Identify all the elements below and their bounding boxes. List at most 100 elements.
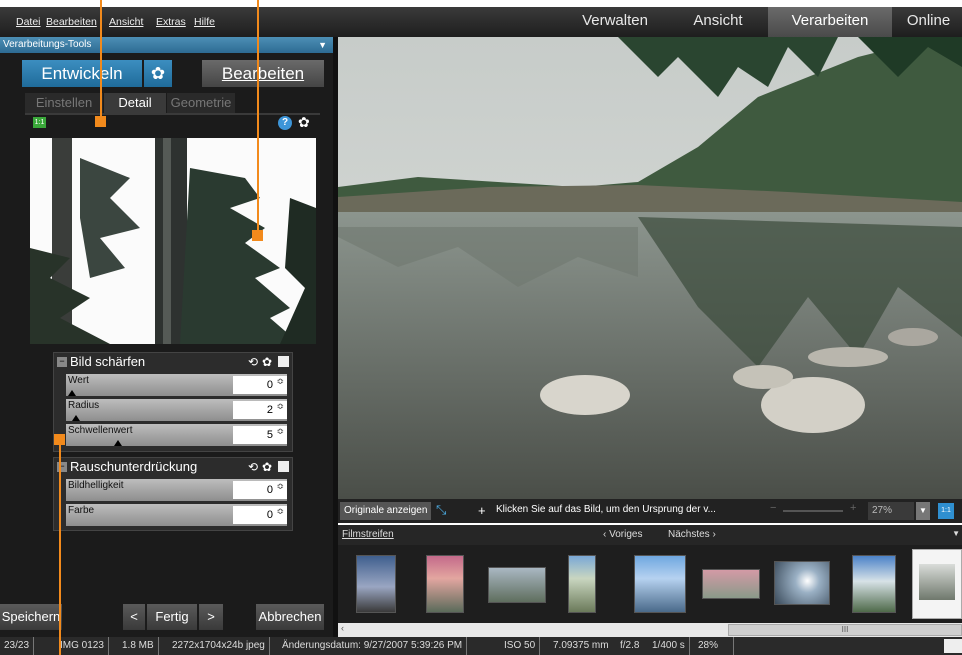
enable-checkbox[interactable] bbox=[278, 356, 289, 367]
menu-bearbeiten[interactable]: Bearbeiten bbox=[46, 16, 97, 28]
status-zoom: 28% bbox=[694, 637, 734, 655]
gear-icon[interactable]: ✿ bbox=[262, 458, 272, 476]
menu-extras[interactable]: Extras bbox=[156, 16, 186, 28]
tab-detail[interactable]: Detail bbox=[104, 93, 166, 113]
cancel-button[interactable]: Abbrechen bbox=[256, 604, 324, 630]
done-button[interactable]: Fertig bbox=[147, 604, 197, 630]
help-icon[interactable]: ? bbox=[278, 116, 292, 130]
noise-panel: − Rauschunterdrückung ⟲ ✿ Bildhelligkeit… bbox=[53, 457, 293, 531]
tab-einstellen[interactable]: Einstellen bbox=[25, 93, 103, 113]
scroll-left-icon[interactable]: ‹ bbox=[341, 623, 344, 633]
spinner-icon[interactable]: ≎ bbox=[276, 401, 284, 412]
gear-icon[interactable]: ✿ bbox=[262, 353, 272, 371]
thumbnail[interactable] bbox=[426, 555, 464, 613]
collapse-icon[interactable]: ▼ bbox=[318, 37, 327, 53]
thumbnail[interactable] bbox=[702, 569, 760, 599]
zoom-slider[interactable] bbox=[783, 510, 843, 512]
filmstrip-next[interactable]: Nächstes › bbox=[668, 529, 716, 540]
callout-line bbox=[59, 440, 61, 655]
callout-marker bbox=[252, 230, 263, 241]
slider-farbe[interactable]: Farbe 0 ≎ bbox=[66, 504, 287, 526]
next-button[interactable]: > bbox=[199, 604, 223, 630]
zoom-field[interactable]: 27% bbox=[868, 502, 914, 520]
menu-hilfe[interactable]: Hilfe bbox=[194, 16, 215, 28]
photo-toolbar: Originale anzeigen ⤡ + Klicken Sie auf d… bbox=[338, 499, 962, 523]
gear-icon[interactable]: ✿ bbox=[144, 60, 172, 87]
edit-button[interactable]: Bearbeiten bbox=[202, 60, 324, 87]
photo-view[interactable] bbox=[338, 37, 962, 499]
resize-grip[interactable] bbox=[944, 639, 962, 653]
thumbnail[interactable] bbox=[774, 561, 830, 605]
enable-checkbox[interactable] bbox=[278, 461, 289, 472]
collapse-minus-icon[interactable]: − bbox=[57, 357, 67, 367]
status-size: 1.8 MB bbox=[118, 637, 159, 655]
zoom-out-icon[interactable]: − bbox=[770, 502, 776, 514]
tab-underline bbox=[25, 113, 320, 115]
spinner-icon[interactable]: ≎ bbox=[276, 376, 284, 387]
status-bar: 23/23 IMG 0123 1.8 MB 2272x1704x24b jpeg… bbox=[0, 637, 962, 655]
chevron-down-icon[interactable]: ▼ bbox=[916, 502, 930, 520]
detail-preview[interactable] bbox=[30, 138, 316, 344]
slider-wert[interactable]: Wert 0 ≎ bbox=[66, 374, 287, 396]
status-count: 23/23 bbox=[0, 637, 35, 655]
sharpen-header[interactable]: − Bild schärfen ⟲ ✿ bbox=[54, 353, 292, 371]
fit-arrows-icon[interactable]: ⤡ bbox=[436, 502, 446, 518]
callout-marker bbox=[95, 116, 106, 127]
scroll-thumb[interactable]: III bbox=[728, 624, 962, 636]
zoom-badge[interactable]: 1:1 bbox=[33, 117, 46, 128]
thumbnail[interactable] bbox=[356, 555, 396, 613]
chevron-down-icon[interactable]: ▼ bbox=[952, 529, 960, 538]
status-filename: IMG 0123 bbox=[56, 637, 109, 655]
photo-image bbox=[338, 37, 962, 499]
panel-title: Verarbeitungs-Tools bbox=[3, 39, 92, 50]
noise-title: Rauschunterdrückung bbox=[70, 459, 198, 474]
sharpen-title: Bild schärfen bbox=[70, 354, 146, 369]
callout-line bbox=[100, 0, 102, 122]
menu-datei[interactable]: Datei bbox=[16, 16, 41, 28]
status-shutter: 1/400 s bbox=[648, 637, 690, 655]
thumbnail[interactable] bbox=[488, 567, 546, 603]
status-iso: ISO 50 bbox=[500, 637, 541, 655]
status-modified: Änderungsdatum: 9/27/2007 5:39:26 PM bbox=[278, 637, 468, 655]
reset-icon[interactable]: ⟲ bbox=[248, 458, 258, 476]
mode-tab-online[interactable]: Online bbox=[895, 7, 962, 37]
slider-schwellenwert[interactable]: Schwellenwert 5 ≎ bbox=[66, 424, 287, 446]
filmstrip bbox=[338, 545, 962, 623]
save-button[interactable]: Speichern bbox=[0, 604, 62, 630]
filmstrip-title: Filmstreifen bbox=[342, 529, 394, 540]
slider-bildhelligkeit[interactable]: Bildhelligkeit 0 ≎ bbox=[66, 479, 287, 501]
hint-text: Klicken Sie auf das Bild, um den Ursprun… bbox=[496, 504, 716, 515]
callout-line bbox=[257, 0, 259, 236]
mode-tab-verarbeiten[interactable]: Verarbeiten bbox=[768, 7, 892, 37]
prev-button[interactable]: < bbox=[123, 604, 145, 630]
develop-button[interactable]: Entwickeln bbox=[22, 60, 142, 87]
reset-icon[interactable]: ⟲ bbox=[248, 353, 258, 371]
spinner-icon[interactable]: ≎ bbox=[276, 481, 284, 492]
spinner-icon[interactable]: ≎ bbox=[276, 506, 284, 517]
spinner-icon[interactable]: ≎ bbox=[276, 426, 284, 437]
filmstrip-prev[interactable]: ‹ Voriges bbox=[603, 529, 642, 540]
selected-thumbnail[interactable] bbox=[912, 549, 962, 619]
top-bar: Datei Bearbeiten Ansicht Extras Hilfe Ve… bbox=[0, 7, 962, 37]
thumbnail[interactable] bbox=[634, 555, 686, 613]
settings-gear-icon[interactable]: ✿ bbox=[298, 114, 310, 131]
noise-header[interactable]: − Rauschunterdrückung ⟲ ✿ bbox=[54, 458, 292, 476]
sharpen-panel: − Bild schärfen ⟲ ✿ Wert 0 ≎ Radius 2 ≎ Schw… bbox=[53, 352, 293, 452]
tab-geometrie[interactable]: Geometrie bbox=[167, 93, 235, 113]
filmstrip-header: Filmstreifen ‹ Voriges Nächstes › ▼ bbox=[338, 525, 962, 545]
menu-ansicht[interactable]: Ansicht bbox=[109, 16, 143, 28]
show-originals-button[interactable]: Originale anzeigen bbox=[340, 502, 432, 520]
thumbnail-image bbox=[919, 564, 955, 600]
thumbnail[interactable] bbox=[852, 555, 896, 613]
one-to-one-button[interactable]: 1:1 bbox=[938, 503, 954, 519]
mode-tab-verwalten[interactable]: Verwalten bbox=[560, 7, 670, 37]
filmstrip-scrollbar[interactable]: ‹ III bbox=[338, 623, 962, 637]
panel-header: Verarbeitungs-Tools ▼ bbox=[0, 37, 333, 53]
status-aperture: f/2.8 bbox=[620, 640, 640, 651]
slider-radius[interactable]: Radius 2 ≎ bbox=[66, 399, 287, 421]
plus-icon: + bbox=[478, 503, 486, 518]
mode-tab-ansicht[interactable]: Ansicht bbox=[670, 7, 766, 37]
status-dimensions: 2272x1704x24b jpeg bbox=[168, 637, 270, 655]
thumbnail[interactable] bbox=[568, 555, 596, 613]
zoom-in-icon[interactable]: + bbox=[850, 502, 856, 514]
